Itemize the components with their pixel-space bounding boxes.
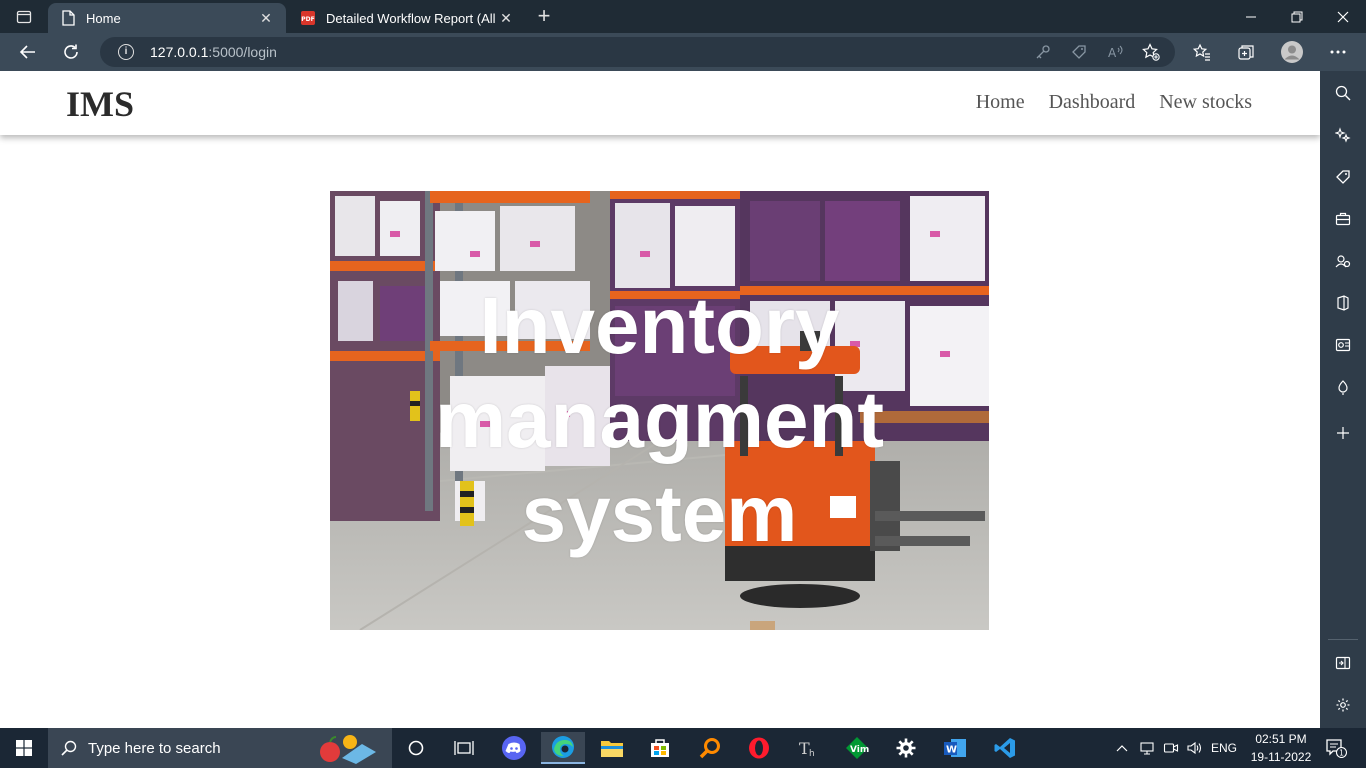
taskbar-clock[interactable]: 02:51 PM 19-11-2022 <box>1246 730 1316 766</box>
vim-icon[interactable]: Vim <box>835 732 879 764</box>
notifications-icon: 1 <box>1326 739 1347 758</box>
site-nav-links: Home Dashboard New stocks <box>976 91 1252 114</box>
close-window-button[interactable] <box>1320 0 1366 33</box>
search-icon <box>61 740 77 756</box>
edge-browser-icon[interactable] <box>541 732 585 764</box>
favorites-icon[interactable] <box>1187 37 1217 67</box>
shopping-tag-icon[interactable] <box>1331 165 1355 189</box>
hero-line-2: managment <box>435 375 884 464</box>
page-icon <box>60 10 76 26</box>
drop-icon[interactable] <box>1331 375 1355 399</box>
close-tab-icon[interactable]: ✕ <box>258 10 274 27</box>
site-navbar: IMS Home Dashboard New stocks <box>0 71 1320 135</box>
file-explorer-icon[interactable] <box>590 732 634 764</box>
refresh-button[interactable] <box>56 37 86 67</box>
back-arrow-icon <box>19 45 35 59</box>
svg-text:A: A <box>1108 46 1117 60</box>
discord-icon[interactable] <box>492 732 536 764</box>
restore-button[interactable] <box>1274 0 1320 33</box>
microsoft-store-icon[interactable] <box>638 732 682 764</box>
hero-banner: Inventory managment system <box>330 191 989 630</box>
password-key-icon[interactable] <box>1030 39 1056 65</box>
show-hidden-icons-icon[interactable] <box>1112 728 1132 768</box>
language-indicator[interactable]: ENG <box>1208 728 1240 768</box>
search-placeholder: Type here to search <box>88 739 221 757</box>
svg-text:h: h <box>809 749 815 759</box>
sidebar-divider <box>1328 639 1358 640</box>
tab-home[interactable]: Home ✕ <box>48 3 286 33</box>
tab-title: Home <box>86 10 121 26</box>
taskbar-search-box[interactable]: Type here to search <box>48 728 392 768</box>
windows-taskbar: Type here to search Th Vim W ENG 02:51 P… <box>0 728 1366 768</box>
action-center-button[interactable]: 1 <box>1318 728 1354 768</box>
clock-date: 19-11-2022 <box>1250 750 1312 764</box>
settings-icon[interactable] <box>884 732 928 764</box>
hide-sidebar-icon[interactable] <box>1331 651 1355 675</box>
clock-time: 02:51 PM <box>1255 732 1307 746</box>
tab-actions-button[interactable] <box>0 0 48 33</box>
task-view-cortana-icon[interactable] <box>394 732 438 764</box>
notification-count: 1 <box>1339 749 1344 758</box>
task-view-icon[interactable] <box>442 732 486 764</box>
minimize-icon <box>1246 16 1256 17</box>
more-menu-icon[interactable] <box>1323 37 1353 67</box>
typora-icon[interactable]: Th <box>786 732 830 764</box>
vscode-icon[interactable] <box>983 732 1027 764</box>
close-icon <box>1337 11 1349 22</box>
windows-logo-icon <box>16 740 32 756</box>
tab-actions-icon <box>16 10 32 23</box>
svg-text:PDF: PDF <box>301 16 314 23</box>
nav-link-dashboard[interactable]: Dashboard <box>1049 91 1136 114</box>
browser-toolbar: i 127.0.0.1:5000/login A <box>0 33 1366 71</box>
tab-workflow-report[interactable]: PDF Detailed Workflow Report (All Sp ✕ <box>288 3 526 33</box>
nav-link-home[interactable]: Home <box>976 91 1025 114</box>
hero-title: Inventory managment system <box>330 279 989 561</box>
word-icon[interactable]: W <box>933 732 977 764</box>
discover-icon[interactable] <box>1331 123 1355 147</box>
meet-now-icon[interactable] <box>1160 728 1182 768</box>
network-icon[interactable] <box>1136 728 1158 768</box>
site-brand[interactable]: IMS <box>66 83 134 125</box>
add-favorite-icon[interactable] <box>1138 39 1164 65</box>
add-sidebar-app-icon[interactable] <box>1331 421 1355 445</box>
new-tab-button[interactable]: + <box>530 4 558 30</box>
profile-avatar[interactable] <box>1277 37 1307 67</box>
search-everything-icon[interactable] <box>688 732 732 764</box>
search-highlight-icon <box>320 735 376 764</box>
opera-icon[interactable] <box>737 732 781 764</box>
nav-link-new-stocks[interactable]: New stocks <box>1159 91 1252 114</box>
minimize-button[interactable] <box>1228 0 1274 33</box>
svg-text:Vim: Vim <box>850 745 869 755</box>
settings-gear-icon[interactable] <box>1331 693 1355 717</box>
collections-icon[interactable] <box>1231 37 1261 67</box>
browser-titlebar: Home ✕ PDF Detailed Workflow Report (All… <box>0 0 1366 33</box>
url-host: 127.0.0.1 <box>150 44 209 60</box>
start-button[interactable] <box>0 728 48 768</box>
svg-text:W: W <box>946 745 957 756</box>
volume-icon[interactable] <box>1184 728 1206 768</box>
refresh-icon <box>64 44 78 59</box>
games-icon[interactable] <box>1331 249 1355 273</box>
close-tab-icon[interactable]: ✕ <box>498 10 514 27</box>
search-icon[interactable] <box>1331 81 1355 105</box>
pdf-icon: PDF <box>300 10 316 26</box>
edge-sidebar <box>1320 71 1366 728</box>
tab-title: Detailed Workflow Report (All Sp <box>326 10 498 26</box>
tools-briefcase-icon[interactable] <box>1331 207 1355 231</box>
page-viewport: IMS Home Dashboard New stocks Inventory … <box>0 71 1320 728</box>
restore-icon <box>1291 11 1303 22</box>
address-bar[interactable]: i 127.0.0.1:5000/login <box>100 37 1175 67</box>
url-path: :5000/login <box>208 44 277 60</box>
outlook-icon[interactable] <box>1331 333 1355 357</box>
read-aloud-icon[interactable]: A <box>1102 39 1128 65</box>
tag-icon[interactable] <box>1066 39 1092 65</box>
site-info-icon[interactable]: i <box>118 44 134 60</box>
office-icon[interactable] <box>1331 291 1355 315</box>
hero-line-1: Inventory <box>479 281 840 370</box>
back-button[interactable] <box>13 37 43 67</box>
hero-line-3: system <box>521 469 798 558</box>
